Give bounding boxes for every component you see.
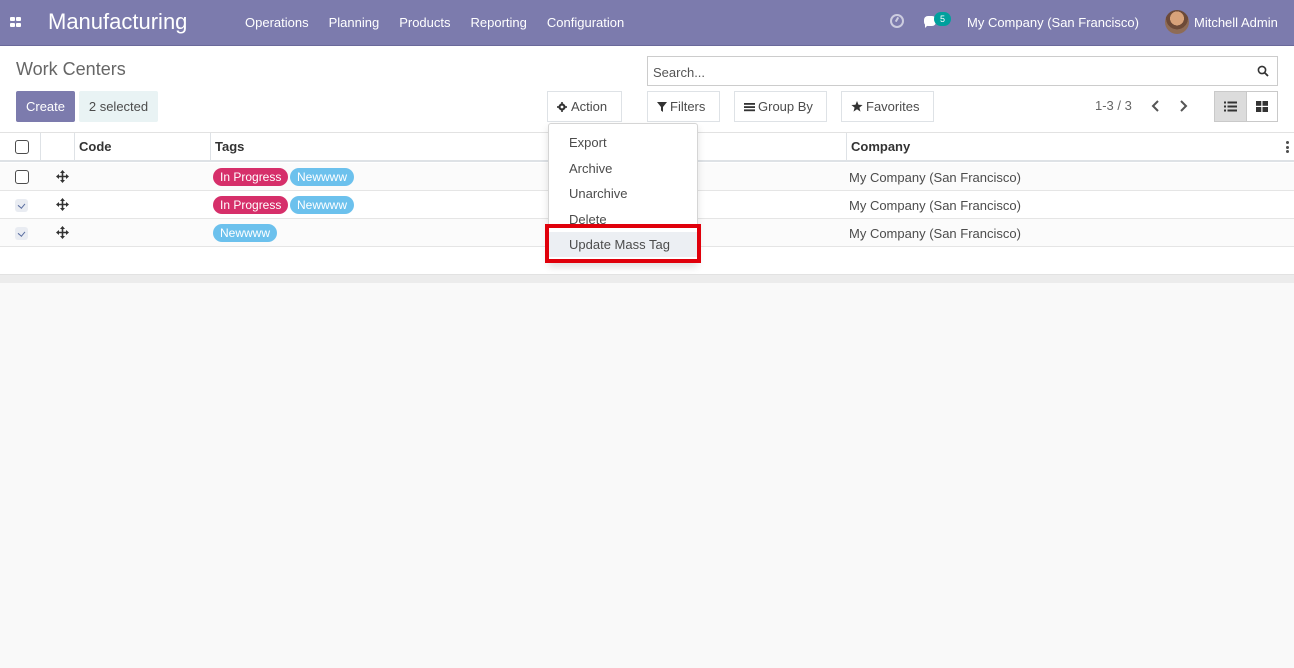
main-menu: Operations Planning Products Reporting C… (235, 0, 634, 46)
avatar[interactable] (1165, 10, 1189, 34)
menu-item-archive[interactable]: Archive (549, 156, 697, 181)
handle-column-header (40, 133, 74, 161)
breadcrumb: Work Centers (16, 59, 126, 79)
tag-newwww: Newwww (213, 224, 278, 242)
menu-reporting[interactable]: Reporting (461, 0, 537, 46)
favorites-button[interactable]: Favorites (841, 91, 934, 122)
menu-item-unarchive[interactable]: Unarchive (549, 181, 697, 206)
filter-icon (657, 102, 667, 112)
company-cell: My Company (San Francisco) (849, 226, 1021, 241)
search-box (647, 56, 1278, 86)
user-menu[interactable]: Mitchell Admin (1194, 15, 1278, 30)
apps-grid-icon[interactable] (10, 17, 22, 28)
filters-label: Filters (670, 99, 706, 114)
column-options-icon[interactable] (1286, 141, 1289, 153)
drag-handle-icon[interactable] (56, 170, 69, 183)
pager-value[interactable]: 1-3 / 3 (1095, 98, 1132, 113)
app-title[interactable]: Manufacturing (48, 9, 187, 35)
action-label: Action (571, 99, 608, 114)
menu-planning[interactable]: Planning (319, 0, 390, 46)
favorites-label: Favorites (866, 99, 920, 114)
menu-products[interactable]: Products (389, 0, 460, 46)
select-all-checkbox[interactable] (15, 140, 29, 154)
row-checkbox-checked[interactable] (15, 199, 28, 212)
row-checkbox[interactable] (15, 170, 29, 184)
company-switcher[interactable]: My Company (San Francisco) (967, 15, 1139, 30)
action-button[interactable]: Action (547, 91, 622, 122)
search-input[interactable] (653, 63, 1243, 81)
top-navbar: Manufacturing Operations Planning Produc… (0, 0, 1294, 46)
search-icon[interactable] (1257, 65, 1269, 77)
list-icon (1224, 101, 1237, 112)
column-header-company[interactable]: Company (846, 133, 1294, 161)
chat-count-badge: 5 (934, 12, 951, 26)
tag-newwww: Newwww (290, 196, 355, 214)
tag-in-progress: In Progress (213, 168, 289, 186)
company-cell: My Company (San Francisco) (849, 170, 1021, 185)
tag-newwww: Newwww (290, 168, 355, 186)
chevron-right-icon[interactable] (1177, 99, 1189, 113)
highlight-annotation (545, 224, 701, 263)
menu-configuration[interactable]: Configuration (537, 0, 634, 46)
menu-operations[interactable]: Operations (235, 0, 319, 46)
control-panel: Work Centers Create 2 selected Action Fi… (0, 46, 1294, 133)
column-header-code[interactable]: Code (74, 133, 210, 161)
create-button[interactable]: Create (16, 91, 75, 122)
menu-item-export[interactable]: Export (549, 130, 697, 155)
list-view-button[interactable] (1214, 91, 1247, 122)
tag-in-progress: In Progress (213, 196, 289, 214)
group-by-label: Group By (758, 99, 813, 114)
group-by-icon (744, 103, 755, 112)
column-header-tags[interactable]: Tags (210, 133, 846, 161)
selected-count: 2 selected (79, 91, 158, 122)
filters-button[interactable]: Filters (647, 91, 720, 122)
star-icon (851, 101, 863, 112)
group-by-button[interactable]: Group By (734, 91, 827, 122)
row-checkbox-checked[interactable] (15, 227, 28, 240)
drag-handle-icon[interactable] (56, 226, 69, 239)
horizontal-scrollbar[interactable] (0, 275, 1294, 283)
clock-icon[interactable] (890, 14, 904, 28)
drag-handle-icon[interactable] (56, 198, 69, 211)
kanban-icon (1256, 101, 1268, 112)
chevron-left-icon[interactable] (1150, 99, 1162, 113)
gear-icon (557, 102, 567, 112)
kanban-view-button[interactable] (1246, 91, 1278, 122)
company-cell: My Company (San Francisco) (849, 198, 1021, 213)
